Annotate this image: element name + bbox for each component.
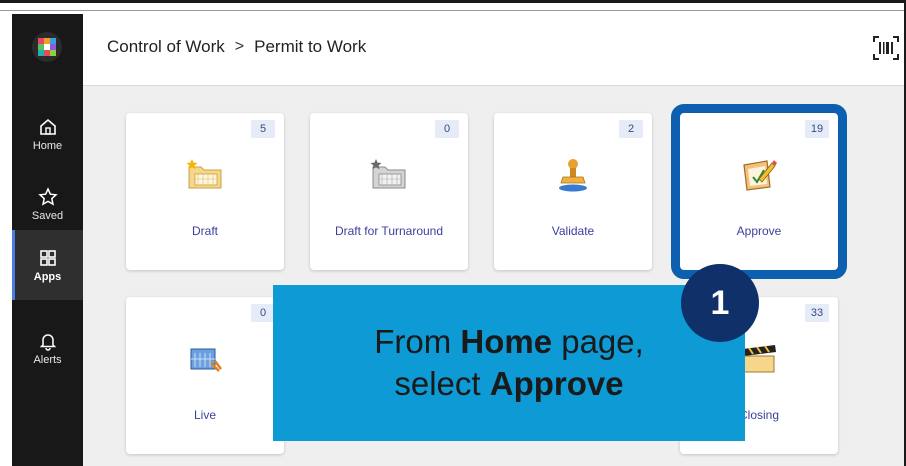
approve-pencil-icon bbox=[743, 160, 777, 191]
tile-draft[interactable]: 5 Draft bbox=[126, 113, 284, 270]
tile-approve[interactable]: 19 Approve bbox=[671, 104, 847, 279]
count-badge: 0 bbox=[251, 304, 275, 322]
star-icon bbox=[37, 186, 58, 206]
count-badge: 0 bbox=[435, 120, 459, 138]
draft-folder-star-icon bbox=[186, 159, 222, 189]
instruction-callout: From Home page, select Approve bbox=[273, 285, 745, 441]
count-badge: 33 bbox=[805, 304, 829, 322]
frame-top-border bbox=[0, 0, 906, 3]
tile-validate[interactable]: 2 Validate bbox=[494, 113, 652, 270]
count-badge: 5 bbox=[251, 120, 275, 138]
count-badge: 2 bbox=[619, 120, 643, 138]
sidebar-item-label: Saved bbox=[31, 209, 64, 222]
draft-folder-gray-icon bbox=[370, 159, 406, 189]
callout-line-2: select Approve bbox=[394, 365, 624, 402]
breadcrumb-separator: > bbox=[234, 38, 245, 55]
sidebar-item-alerts[interactable]: Alerts bbox=[12, 314, 83, 382]
step-number-badge: 1 bbox=[681, 264, 759, 342]
app-logo bbox=[32, 32, 62, 62]
breadcrumb: Control of Work > Permit to Work bbox=[107, 37, 366, 57]
apps-grid-icon bbox=[39, 249, 56, 266]
bell-icon bbox=[39, 333, 56, 351]
breadcrumb-permit-to-work: Permit to Work bbox=[254, 37, 367, 56]
home-icon bbox=[39, 118, 56, 135]
tile-draft-for-turnaround[interactable]: 0 Draft for Turnaround bbox=[310, 113, 468, 270]
barcode-scan-icon[interactable] bbox=[872, 35, 900, 61]
stamp-icon bbox=[559, 159, 587, 192]
sidebar-item-apps[interactable]: Apps bbox=[12, 230, 83, 300]
sidebar-item-saved[interactable]: Saved bbox=[12, 170, 83, 238]
sidebar-item-label: Home bbox=[32, 139, 63, 152]
sidebar: Home Saved Apps Alerts bbox=[12, 14, 83, 466]
clapperboard-icon bbox=[743, 345, 776, 373]
tile-live[interactable]: 0 Live bbox=[126, 297, 284, 454]
live-calendar-icon bbox=[190, 348, 222, 372]
tile-label: Draft for Turnaround bbox=[334, 224, 444, 238]
tile-label: Draft bbox=[191, 224, 218, 238]
breadcrumb-control-of-work[interactable]: Control of Work bbox=[107, 37, 225, 57]
callout-line-1: From Home page, bbox=[374, 323, 644, 360]
sidebar-item-label: Apps bbox=[33, 270, 62, 283]
tile-label: Live bbox=[193, 408, 216, 422]
tile-label: Validate bbox=[551, 224, 595, 238]
sidebar-item-label: Alerts bbox=[33, 353, 62, 366]
top-header: Control of Work > Permit to Work bbox=[83, 11, 904, 86]
tile-label: Approve bbox=[736, 224, 782, 238]
sidebar-item-home[interactable]: Home bbox=[12, 100, 83, 168]
count-badge: 19 bbox=[805, 120, 829, 138]
